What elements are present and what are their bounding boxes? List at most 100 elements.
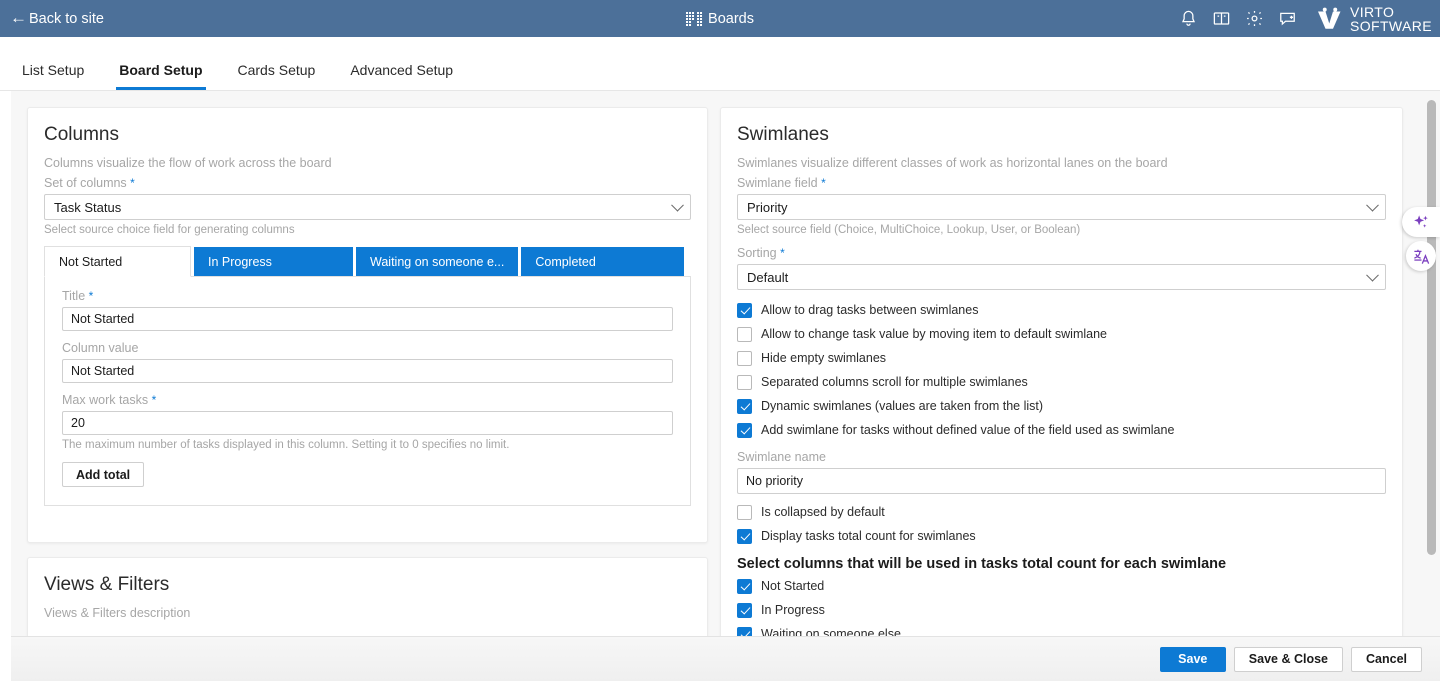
swimlane-field-select[interactable]: Priority [737,194,1386,220]
swimlane-name-value: No priority [746,474,803,488]
checkbox-label: Allow to drag tasks between swimlanes [761,303,979,317]
swimlanes-description: Swimlanes visualize different classes of… [737,156,1168,170]
column-tab-not-started[interactable]: Not Started [44,246,191,277]
swimlane-field-help: Select source field (Choice, MultiChoice… [737,224,1081,236]
app-title: Boards [686,11,754,27]
footer-action-bar: Save Save & Close Cancel [0,636,1440,681]
checkbox-display-tasks-total-count[interactable]: Display tasks total count for swimlanes [737,524,1386,548]
checkbox-is-collapsed-by-default[interactable]: Is collapsed by default [737,500,1386,524]
tab-advanced-setup[interactable]: Advanced Setup [350,62,453,90]
column-detail-panel: Title * Not Started Column value Not Sta… [44,276,691,506]
chevron-down-icon [1366,198,1379,212]
checkbox-total-count-waiting[interactable]: Waiting on someone else [737,622,1386,636]
max-work-tasks-label-text: Max work tasks [62,393,149,407]
views-filters-description: Views & Filters description [44,606,191,620]
checkbox-separated-columns-scroll[interactable]: Separated columns scroll for multiple sw… [737,370,1386,394]
checkbox-icon [737,578,752,594]
cancel-button[interactable]: Cancel [1351,646,1422,672]
back-to-site-label: Back to site [29,10,104,27]
save-button[interactable]: Save [1159,646,1226,672]
save-and-close-button[interactable]: Save & Close [1233,646,1343,672]
checkbox-total-count-in-progress[interactable]: In Progress [737,598,1386,622]
required-marker: * [130,176,135,190]
set-of-columns-select[interactable]: Task Status [44,194,691,220]
max-work-tasks-label: Max work tasks * [62,393,673,407]
checkbox-allow-change-task-value[interactable]: Allow to change task value by moving ite… [737,322,1386,346]
virto-wordmark: VIRTO SOFTWARE [1350,5,1432,33]
checkbox-label: Not Started [761,579,825,593]
ai-sparkle-icon [1413,214,1428,228]
views-filters-title: Views & Filters [44,574,170,595]
column-title-value: Not Started [71,312,135,326]
column-tab-in-progress[interactable]: In Progress [194,247,353,277]
column-value-label: Column value [62,341,139,355]
checkbox-icon [737,504,752,520]
required-marker: * [151,393,157,407]
gear-icon[interactable] [1245,9,1264,28]
sorting-value: Default [747,269,789,285]
setup-tabs: List Setup Board Setup Cards Setup Advan… [0,37,1440,91]
set-of-columns-label-text: Set of columns [44,176,127,190]
max-work-tasks-input[interactable]: 20 [62,411,673,435]
sorting-select[interactable]: Default [737,264,1386,290]
checkbox-add-swimlane-undefined[interactable]: Add swimlane for tasks without defined v… [737,418,1386,442]
checkbox-label: Display tasks total count for swimlanes [761,529,976,543]
book-icon[interactable] [1212,9,1231,28]
footer-left-notch [0,636,11,681]
arrow-left-icon: ← [10,8,27,27]
panes: Columns Columns visualize the flow of wo… [11,91,1422,636]
translate-icon [1413,249,1429,264]
column-tab-completed[interactable]: Completed [521,247,685,277]
checkbox-label: Is collapsed by default [761,505,885,519]
checkbox-icon [737,350,752,366]
ai-sparkle-button[interactable] [1402,207,1440,237]
checkbox-hide-empty-swimlanes[interactable]: Hide empty swimlanes [737,346,1386,370]
columns-title: Columns [44,124,119,145]
sorting-label-text: Sorting [737,246,777,260]
required-marker: * [821,176,826,190]
column-tab-strip: Not Started In Progress Waiting on someo… [44,246,691,277]
column-value-input[interactable]: Not Started [62,359,673,383]
set-of-columns-value: Task Status [54,199,122,215]
tab-cards-setup[interactable]: Cards Setup [238,62,316,90]
back-to-site-link[interactable]: ← Back to site [10,8,104,27]
bell-icon[interactable] [1179,9,1198,28]
translate-button[interactable] [1406,241,1436,271]
columns-panel: Columns Columns visualize the flow of wo… [27,107,708,543]
columns-description: Columns visualize the flow of work acros… [44,156,332,170]
swimlane-field-label: Swimlane field * [737,176,1386,190]
tab-list-setup[interactable]: List Setup [22,62,84,90]
checkbox-label: Allow to change task value by moving ite… [761,327,1108,341]
swimlane-name-label: Swimlane name [737,450,826,464]
add-total-button[interactable]: Add total [62,462,145,487]
checkbox-label: Waiting on someone else [761,627,901,636]
virto-line1: VIRTO [1349,3,1395,20]
max-work-tasks-value: 20 [71,416,85,430]
setup-body: Columns Columns visualize the flow of wo… [0,91,1440,636]
app-title-label: Boards [708,10,754,27]
column-title-label: Title * [62,289,673,303]
app-root: ← Back to site Boards VIRTO SOFTWARE Lis… [0,0,1440,681]
floating-side-buttons [1400,207,1440,275]
tab-board-setup[interactable]: Board Setup [116,62,206,90]
max-work-tasks-help: The maximum number of tasks displayed in… [62,439,510,451]
required-marker: * [88,289,94,303]
checkbox-total-count-not-started[interactable]: Not Started [737,574,1386,598]
sorting-label: Sorting * [737,246,1386,260]
chat-add-icon[interactable] [1278,9,1297,28]
page-scrollbar-thumb[interactable] [1427,100,1436,555]
checkbox-icon [737,602,752,618]
column-tab-waiting[interactable]: Waiting on someone e... [356,247,519,277]
swimlanes-panel: Swimlanes Swimlanes visualize different … [720,107,1403,636]
checkbox-allow-drag-tasks[interactable]: Allow to drag tasks between swimlanes [737,298,1386,322]
checkbox-icon [737,422,752,438]
column-title-input[interactable]: Not Started [62,307,673,331]
checkbox-icon [737,626,752,636]
checkbox-dynamic-swimlanes[interactable]: Dynamic swimlanes (values are taken from… [737,394,1386,418]
checkbox-label: Add swimlane for tasks without defined v… [761,423,1175,437]
swimlane-name-input[interactable]: No priority [737,468,1386,494]
checkbox-icon [737,374,752,390]
views-filters-panel: Views & Filters Views & Filters descript… [27,557,708,636]
chevron-down-icon [671,198,684,212]
virto-software-logo: VIRTO SOFTWARE [1315,5,1432,33]
